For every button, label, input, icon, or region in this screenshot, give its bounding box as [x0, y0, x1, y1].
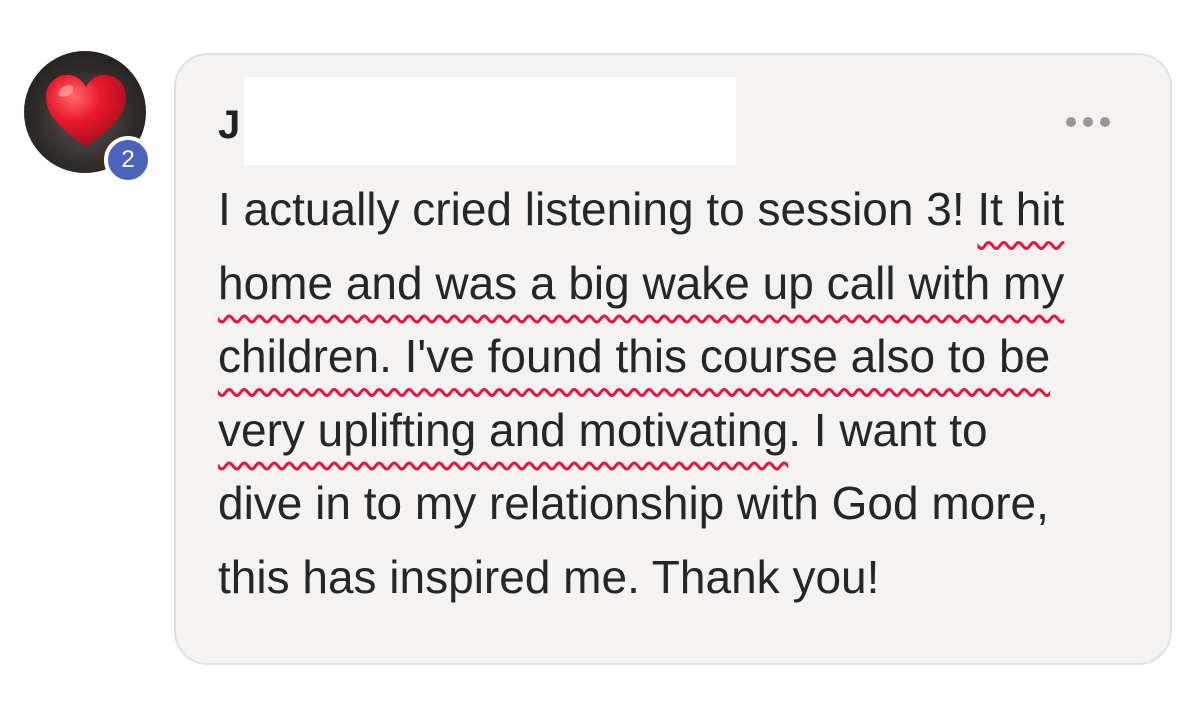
- comment-card: J I actually cried listening to session …: [174, 53, 1172, 665]
- comment-line-3: children. I've found this course also to…: [218, 320, 1158, 394]
- underlined-segment: It hit: [977, 183, 1065, 235]
- author-name[interactable]: J: [218, 103, 240, 148]
- comment-screenshot: 2 J I actually cried listening to sessio…: [0, 0, 1200, 701]
- comment-text: I actually cried listening to session 3!…: [218, 173, 1158, 614]
- more-dot: [1066, 117, 1076, 127]
- comment-line-4: very uplifting and motivating. I want to: [218, 394, 1158, 468]
- notification-badge: 2: [104, 136, 152, 184]
- text-segment: this has inspired me. Thank you!: [218, 550, 880, 603]
- comment-line-2: home and was a big wake up call with my: [218, 247, 1158, 321]
- more-dot: [1100, 117, 1110, 127]
- redacted-name-block: [244, 77, 736, 165]
- underlined-segment: very uplifting and motivating: [218, 403, 789, 456]
- more-options-icon[interactable]: [1066, 117, 1110, 127]
- heart-icon: [46, 75, 126, 147]
- text-segment: dive in to my relationship with God more…: [218, 477, 1049, 529]
- underlined-segment: home and was a big wake up call with my: [218, 256, 1065, 309]
- more-dot: [1083, 117, 1093, 127]
- text-segment: . I want to: [788, 403, 988, 456]
- comment-line-5: dive in to my relationship with God more…: [218, 467, 1158, 541]
- underlined-segment: children. I've found this course also to…: [218, 330, 1051, 382]
- comment-line-1: I actually cried listening to session 3!…: [218, 173, 1158, 247]
- comment-line-6: this has inspired me. Thank you!: [218, 541, 1158, 615]
- text-segment: I actually cried listening to session 3!: [218, 183, 978, 235]
